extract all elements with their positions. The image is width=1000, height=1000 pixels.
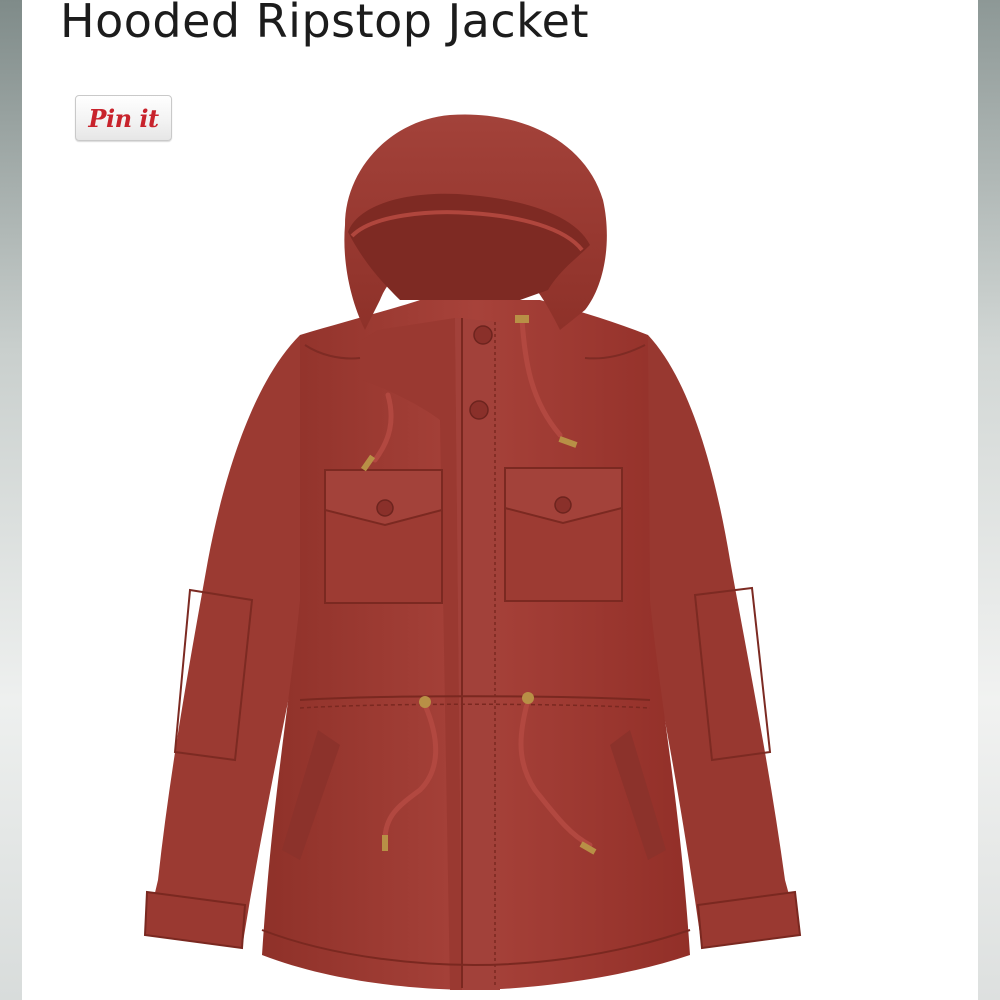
left-blur-margin (0, 0, 22, 1000)
right-blur-margin (978, 0, 1000, 1000)
jacket-product-image (143, 114, 802, 990)
product-page: Hooded Ripstop Jacket Pin it (22, 0, 978, 1000)
